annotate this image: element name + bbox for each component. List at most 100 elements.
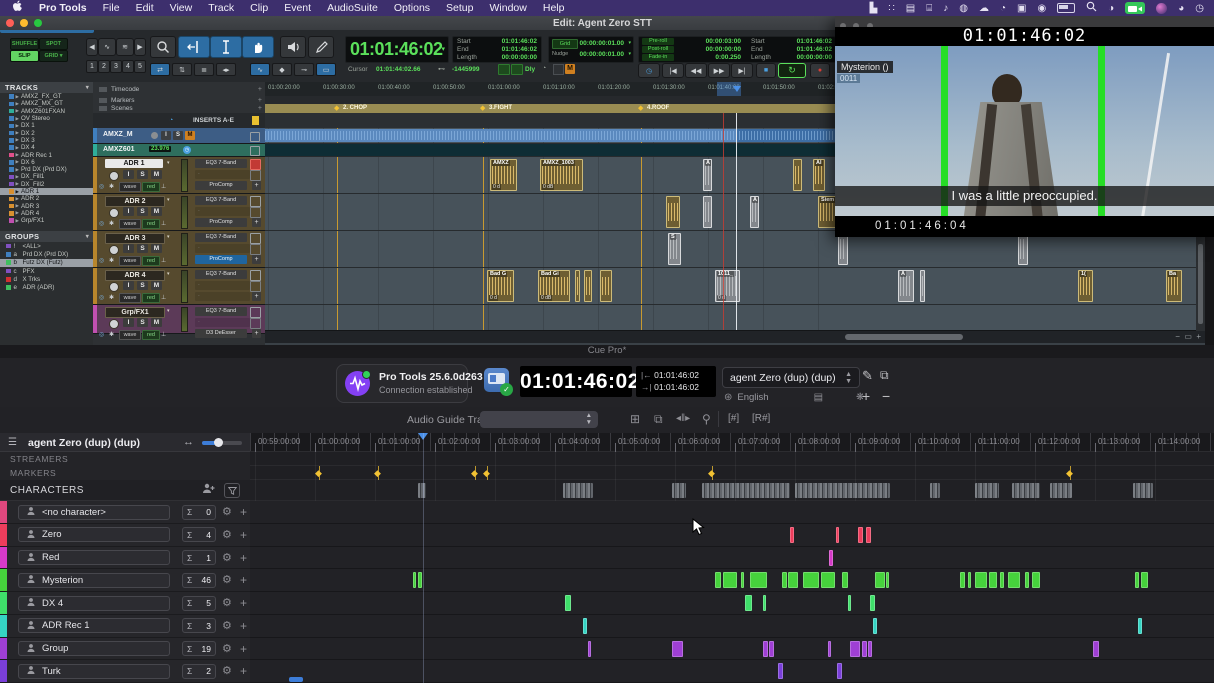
audio-clip[interactable]: AMXZ0 d bbox=[490, 159, 517, 191]
cue-clip[interactable] bbox=[588, 641, 591, 657]
track-header-adr-3[interactable]: ADR 3▾ISM◎✱wavered⊥EQ3 7-Band·ProComp+ bbox=[93, 231, 265, 268]
track-header-amxz601[interactable]: AMXZ60123.976◷ bbox=[93, 144, 265, 157]
record-enable-icon[interactable] bbox=[109, 319, 119, 329]
cue-clip[interactable] bbox=[788, 572, 798, 588]
track-name-box[interactable]: Grp/FX1 bbox=[105, 307, 165, 318]
grid-box-icon[interactable] bbox=[250, 146, 260, 156]
character-row-mysterion[interactable]: MysterionΣ46⚙+ bbox=[0, 569, 250, 592]
cue-clip[interactable] bbox=[723, 572, 737, 588]
menu-item-view[interactable]: View bbox=[170, 2, 193, 14]
selector-tool-icon[interactable] bbox=[210, 36, 242, 58]
audio-clip[interactable]: A bbox=[703, 159, 712, 191]
horizontal-scrollbar[interactable]: − ▭ + bbox=[265, 330, 1205, 343]
cue-clip[interactable] bbox=[1000, 572, 1004, 588]
edit-mode-slip[interactable]: SLIP bbox=[10, 50, 39, 62]
track-list-item[interactable]: ▶DX_Fill1 bbox=[0, 173, 93, 180]
character-lane-red[interactable] bbox=[250, 547, 1214, 570]
gear-icon[interactable]: ⚙ bbox=[222, 620, 232, 632]
rhash-button[interactable]: [R#] bbox=[752, 413, 770, 424]
cue-clip[interactable] bbox=[745, 595, 752, 611]
gear-icon[interactable]: ⚙ bbox=[222, 643, 232, 655]
track-list-item[interactable]: ▶AMXZ601FXAN bbox=[0, 108, 93, 115]
add-insert-icon[interactable]: + bbox=[252, 255, 261, 264]
record-enable-icon[interactable] bbox=[109, 282, 119, 292]
selection-end-value[interactable]: 01:01:46:02 bbox=[502, 46, 537, 53]
edit-pencil-icon[interactable]: ✎ bbox=[862, 368, 873, 384]
track-i-button[interactable]: I bbox=[161, 131, 171, 140]
compass-icon[interactable]: ◔ bbox=[1000, 3, 1006, 14]
character-count-box[interactable]: Σ4 bbox=[182, 527, 216, 542]
track-list-item[interactable]: ▶AMXZ_FX_GT bbox=[0, 93, 93, 100]
user-switch-icon[interactable]: ◕ bbox=[1178, 3, 1184, 14]
film-indicator-icon[interactable] bbox=[511, 64, 523, 75]
grid-box-icon[interactable] bbox=[250, 207, 261, 218]
character-lane--no-character-[interactable] bbox=[250, 501, 1214, 524]
record-enable-icon[interactable] bbox=[109, 171, 119, 181]
chevron-down-icon[interactable]: ▾ bbox=[86, 84, 89, 91]
audio-clip[interactable] bbox=[600, 270, 612, 302]
cue-clip[interactable] bbox=[975, 572, 987, 588]
track-list-item[interactable]: ▶DX 3 bbox=[0, 137, 93, 144]
audio-clip[interactable]: S bbox=[668, 233, 681, 265]
video-sync-icon[interactable]: ✓ bbox=[484, 368, 509, 392]
menu-item-setup[interactable]: Setup bbox=[446, 2, 473, 14]
zoom-preset-5[interactable]: 5 bbox=[134, 60, 146, 73]
track-list-item[interactable]: ▶Grp/FX1 bbox=[0, 217, 93, 224]
streamers-section-row[interactable]: STREAMERS+ bbox=[0, 452, 270, 467]
record-enable-icon[interactable] bbox=[151, 132, 158, 139]
add-icon[interactable]: + bbox=[258, 105, 262, 112]
insert-slot-empty[interactable]: · bbox=[195, 292, 250, 301]
add-cue-icon[interactable]: + bbox=[240, 573, 247, 587]
track-i-button[interactable]: I bbox=[123, 318, 134, 327]
cue-clip[interactable] bbox=[418, 572, 422, 588]
track-list-item[interactable]: ▶DX 1 bbox=[0, 122, 93, 129]
marker-tool-icon[interactable]: ⚲ bbox=[702, 412, 711, 426]
globe-icon[interactable]: ◍ bbox=[959, 3, 968, 14]
cue-clip[interactable] bbox=[782, 572, 787, 588]
clip-color-badge[interactable]: red bbox=[142, 256, 160, 266]
grid-indicator-icon[interactable] bbox=[498, 64, 510, 75]
audio-clip[interactable]: Bad G0 d bbox=[487, 270, 514, 302]
grid-box-icon[interactable] bbox=[250, 244, 261, 255]
cue-hscroll-stub[interactable] bbox=[289, 677, 303, 682]
clock-icon[interactable]: ◷ bbox=[1195, 3, 1204, 14]
zoom-slider-knob[interactable] bbox=[214, 438, 223, 447]
audio-clip[interactable] bbox=[793, 159, 802, 191]
track-list-item[interactable]: ▶DX 6 bbox=[0, 159, 93, 166]
cue-track-header[interactable]: ☰agent Zero (dup) (dup)↔ bbox=[0, 433, 250, 452]
track-list-item[interactable]: ▶AMXZ_MX_GT bbox=[0, 100, 93, 107]
chevron-down-icon[interactable]: ▾ bbox=[628, 40, 631, 46]
cue-clip[interactable] bbox=[868, 641, 872, 657]
insert-slot-eq3-7-band[interactable]: EQ3 7-Band bbox=[195, 196, 247, 205]
add-icon[interactable]: + bbox=[258, 97, 262, 104]
cue-clip[interactable] bbox=[850, 641, 860, 657]
smart-tool-bracket[interactable] bbox=[0, 30, 94, 33]
menu-item-track[interactable]: Track bbox=[208, 2, 234, 14]
waveform-view-badge[interactable]: wave bbox=[119, 256, 141, 266]
keyboard-icon[interactable]: ⌸ bbox=[926, 3, 932, 14]
add-character-icon[interactable] bbox=[202, 481, 216, 499]
menu-item-clip[interactable]: Clip bbox=[250, 2, 268, 14]
grid-box-icon[interactable] bbox=[250, 170, 261, 181]
link-track-icon[interactable]: ⇅ bbox=[172, 63, 192, 76]
character-lane-adr-rec-1[interactable] bbox=[250, 615, 1214, 638]
cue-clip[interactable] bbox=[413, 572, 416, 588]
add-cue-icon[interactable]: + bbox=[240, 642, 247, 656]
document-icon[interactable]: ▤ bbox=[814, 392, 823, 403]
vertical-scrollbar-thumb[interactable] bbox=[1198, 244, 1203, 324]
track-m-button[interactable]: M bbox=[151, 170, 162, 179]
add-cue-icon[interactable]: + bbox=[240, 619, 247, 633]
cue-timeline-ruler[interactable]: 00:59:00:0001:00:00:0001:01:00:0001:02:0… bbox=[250, 433, 1214, 452]
playlist-icon[interactable]: ◎ bbox=[99, 294, 104, 301]
playlist-icon[interactable]: ◎ bbox=[99, 257, 104, 264]
hash-button[interactable]: [#] bbox=[728, 413, 739, 424]
character-row-dx-4[interactable]: DX 4Σ5⚙+ bbox=[0, 592, 250, 615]
online-clock-button[interactable]: ◷ bbox=[638, 63, 660, 78]
video-window[interactable]: 01:01:46:02 Mysterion () 0011 I was a li… bbox=[835, 16, 1214, 237]
character-name-box[interactable]: Mysterion bbox=[18, 573, 170, 588]
clip-color-badge[interactable]: red bbox=[142, 293, 160, 303]
audio-clip[interactable]: AMXZ_10030 dB bbox=[540, 159, 583, 191]
cue-clip[interactable] bbox=[1008, 572, 1020, 588]
add-insert-icon[interactable]: + bbox=[252, 218, 261, 227]
filter-icon[interactable] bbox=[224, 483, 240, 498]
